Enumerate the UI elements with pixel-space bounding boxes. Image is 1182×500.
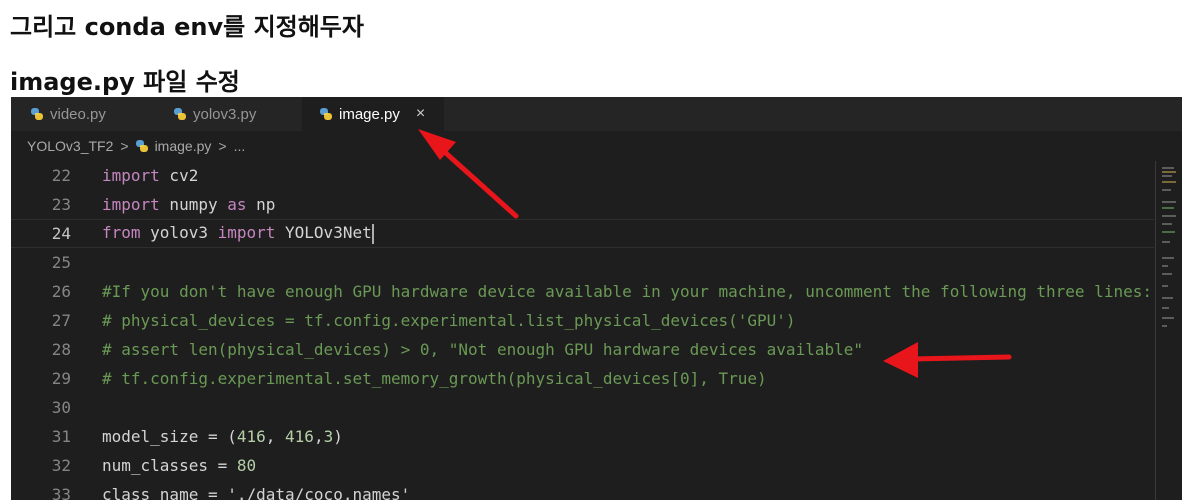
code-token: 416 (236, 427, 266, 446)
tab-label: image.py (339, 105, 400, 123)
code-line[interactable]: 29 # tf.config.experimental.set_memory_gr… (11, 364, 1154, 393)
code-token: cv2 (159, 166, 199, 185)
code-token: YOLOv3Net (275, 223, 372, 243)
code-text: model_size = (416, 416,3) (102, 427, 343, 446)
line-number: 26 (51, 282, 71, 301)
code-token: class_name = './data/coco.names' (102, 485, 411, 500)
code-token: np (246, 195, 276, 214)
code-token: , (313, 427, 324, 446)
tab-label: video.py (50, 105, 106, 123)
breadcrumb-symbol[interactable]: ... (234, 138, 246, 154)
minimap[interactable] (1160, 161, 1178, 500)
code-token: 416 (285, 427, 314, 446)
code-token: numpy (159, 195, 228, 214)
line-number: 24 (51, 224, 71, 243)
code-token: from (102, 223, 141, 243)
code-line[interactable]: 32 num_classes = 80 (11, 451, 1154, 480)
line-number: 28 (51, 340, 71, 359)
code-token: # assert len(physical_devices) > 0, "Not… (102, 340, 863, 359)
line-number: 22 (51, 166, 71, 185)
code-token: import (102, 195, 160, 214)
code-text: # tf.config.experimental.set_memory_grow… (102, 369, 767, 388)
line-number: 32 (51, 456, 71, 475)
breadcrumb: YOLOv3_TF2 > image.py > ... (11, 131, 1182, 161)
code-text: # assert len(physical_devices) > 0, "Not… (102, 340, 863, 359)
breadcrumb-separator: > (120, 138, 129, 154)
code-text: from yolov3 import YOLOv3Net (102, 223, 374, 244)
code-line[interactable]: 31 model_size = (416, 416,3) (11, 422, 1154, 451)
line-number: 29 (51, 369, 71, 388)
overview-ruler (1155, 161, 1156, 500)
code-token: yolov3 (140, 223, 218, 243)
text-cursor (371, 223, 374, 244)
code-token: model_size = ( (102, 427, 237, 446)
code-line[interactable]: 30 (11, 393, 1154, 422)
tab-label: yolov3.py (193, 105, 257, 123)
line-number: 31 (51, 427, 71, 446)
code-line[interactable]: 28 # assert len(physical_devices) > 0, "N… (11, 335, 1154, 364)
breadcrumb-file[interactable]: image.py (155, 138, 212, 154)
code-token: as (227, 195, 247, 214)
code-line[interactable]: 24 from yolov3 import YOLOv3Net (11, 219, 1154, 248)
line-number: 30 (51, 398, 71, 417)
python-file-icon (320, 108, 332, 120)
line-number: 27 (51, 311, 71, 330)
code-line[interactable]: 22 import cv2 (11, 161, 1154, 190)
python-file-icon (135, 140, 148, 152)
code-text: import numpy as np (102, 195, 275, 214)
code-token: 3 (323, 427, 334, 446)
code-token: import (217, 223, 276, 243)
code-token: # tf.config.experimental.set_memory_grow… (102, 369, 767, 388)
code-line[interactable]: 25 (11, 248, 1154, 277)
code-text: #If you don't have enough GPU hardware d… (102, 282, 1152, 301)
code-token: num_classes = (102, 456, 237, 475)
section-heading-image-py: image.py 파일 수정 (10, 68, 240, 96)
code-line[interactable]: 33 class_name = './data/coco.names' (11, 480, 1154, 500)
code-text: class_name = './data/coco.names' (102, 485, 410, 500)
tab-yolov3-py[interactable]: yolov3.py (154, 97, 302, 131)
python-file-icon (174, 108, 186, 120)
line-number: 23 (51, 195, 71, 214)
tab-video-py[interactable]: video.py (11, 97, 154, 131)
line-number: 25 (51, 253, 71, 272)
code-area[interactable]: 22 import cv2 23 import numpy as np 24 from y… (11, 161, 1154, 500)
code-token: #If you don't have enough GPU hardware d… (102, 282, 1152, 301)
tab-image-py[interactable]: image.py × (302, 97, 444, 131)
code-text: import cv2 (102, 166, 198, 185)
code-token: , (265, 427, 286, 446)
section-heading-conda-env: 그리고 conda env를 지정해두자 (10, 13, 364, 41)
line-number: 33 (51, 485, 71, 500)
code-editor-screenshot: video.py yolov3.py image.py × YOLOv3_TF2… (11, 97, 1182, 500)
editor-tab-bar: video.py yolov3.py image.py × (11, 97, 1182, 131)
code-line[interactable]: 26 #If you don't have enough GPU hardware… (11, 277, 1154, 306)
close-tab-icon[interactable]: × (416, 105, 425, 123)
code-token: ) (333, 427, 343, 446)
breadcrumb-folder[interactable]: YOLOv3_TF2 (27, 138, 113, 154)
code-line[interactable]: 23 import numpy as np (11, 190, 1154, 219)
code-token: import (102, 166, 160, 185)
python-file-icon (31, 108, 43, 120)
code-token: # physical_devices = tf.config.experimen… (102, 311, 796, 330)
code-text: # physical_devices = tf.config.experimen… (102, 311, 796, 330)
code-line[interactable]: 27 # physical_devices = tf.config.experim… (11, 306, 1154, 335)
code-token: 80 (236, 456, 257, 475)
code-text: num_classes = 80 (102, 456, 256, 475)
breadcrumb-separator: > (218, 138, 227, 154)
